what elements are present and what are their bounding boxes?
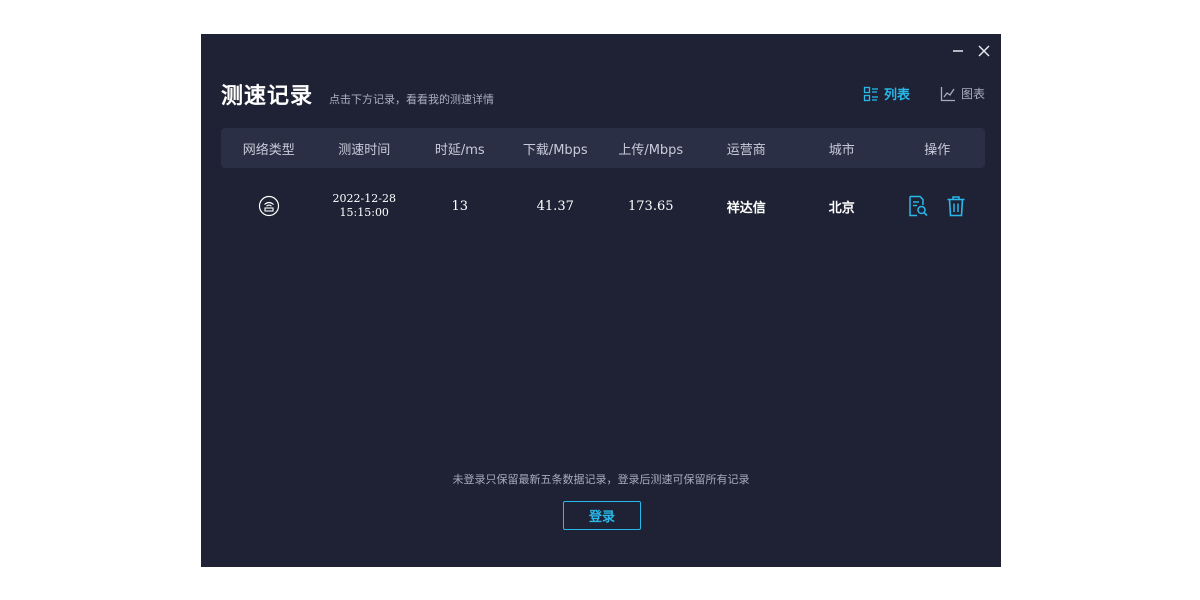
column-header-city: 城市 [828,142,855,158]
login-notice: 未登录只保留最新五条数据记录，登录后测速可保留所有记录 [452,473,750,486]
minimize-icon [953,50,963,52]
table-row[interactable]: 2022-12-28 15:15:00 13 41.37 173.65 祥达信 … [221,184,985,228]
actions-cell [890,195,986,217]
trash-icon [947,196,965,217]
close-icon [978,45,990,57]
city-cell: 北京 [828,200,855,216]
chart-view-label: 图表 [960,87,985,101]
page-header: 测速记录 点击下方记录，看看我的测速详情 [221,78,494,110]
ethernet-icon [258,195,279,217]
test-time-cell: 2022-12-28 15:15:00 [317,192,413,220]
column-header-download: 下载/Mbps [522,142,588,158]
column-header-test-time: 测速时间 [338,142,391,158]
column-header-network-type: 网络类型 [242,142,295,158]
latency-cell: 13 [451,198,469,214]
delete-record-button[interactable] [945,195,967,217]
view-details-button[interactable] [907,195,929,217]
minimize-button[interactable] [947,40,969,62]
column-header-actions: 操作 [924,142,951,158]
column-header-latency: 时延/ms [434,142,485,158]
page-title: 测速记录 [221,84,314,109]
document-search-icon [909,195,928,217]
chart-view-tab[interactable]: 图表 [940,85,985,102]
network-type-cell [221,195,317,217]
table-header: 网络类型 测速时间 时延/ms 下载/Mbps 上传/Mbps 运营商 城市 操… [221,128,985,168]
window-controls [947,40,995,62]
page-subtitle: 点击下方记录，看看我的测速详情 [329,93,495,106]
login-button[interactable]: 登录 [563,501,641,530]
test-date: 2022-12-28 [332,192,396,205]
list-view-label: 列表 [883,88,910,103]
column-header-isp: 运营商 [726,142,766,158]
column-header-upload: 上传/Mbps [618,142,684,158]
list-view-tab[interactable]: 列表 [863,84,910,103]
speed-test-history-window: 测速记录 点击下方记录，看看我的测速详情 列表 图表 网络类型 测速时间 时延/… [201,34,1001,567]
line-chart-icon [940,86,955,101]
view-toggle: 列表 图表 [863,84,985,103]
download-cell: 41.37 [536,198,574,214]
close-button[interactable] [973,40,995,62]
upload-cell: 173.65 [628,198,674,214]
isp-cell: 祥达信 [726,200,766,216]
test-time: 15:15:00 [339,206,389,219]
list-icon [863,86,878,101]
